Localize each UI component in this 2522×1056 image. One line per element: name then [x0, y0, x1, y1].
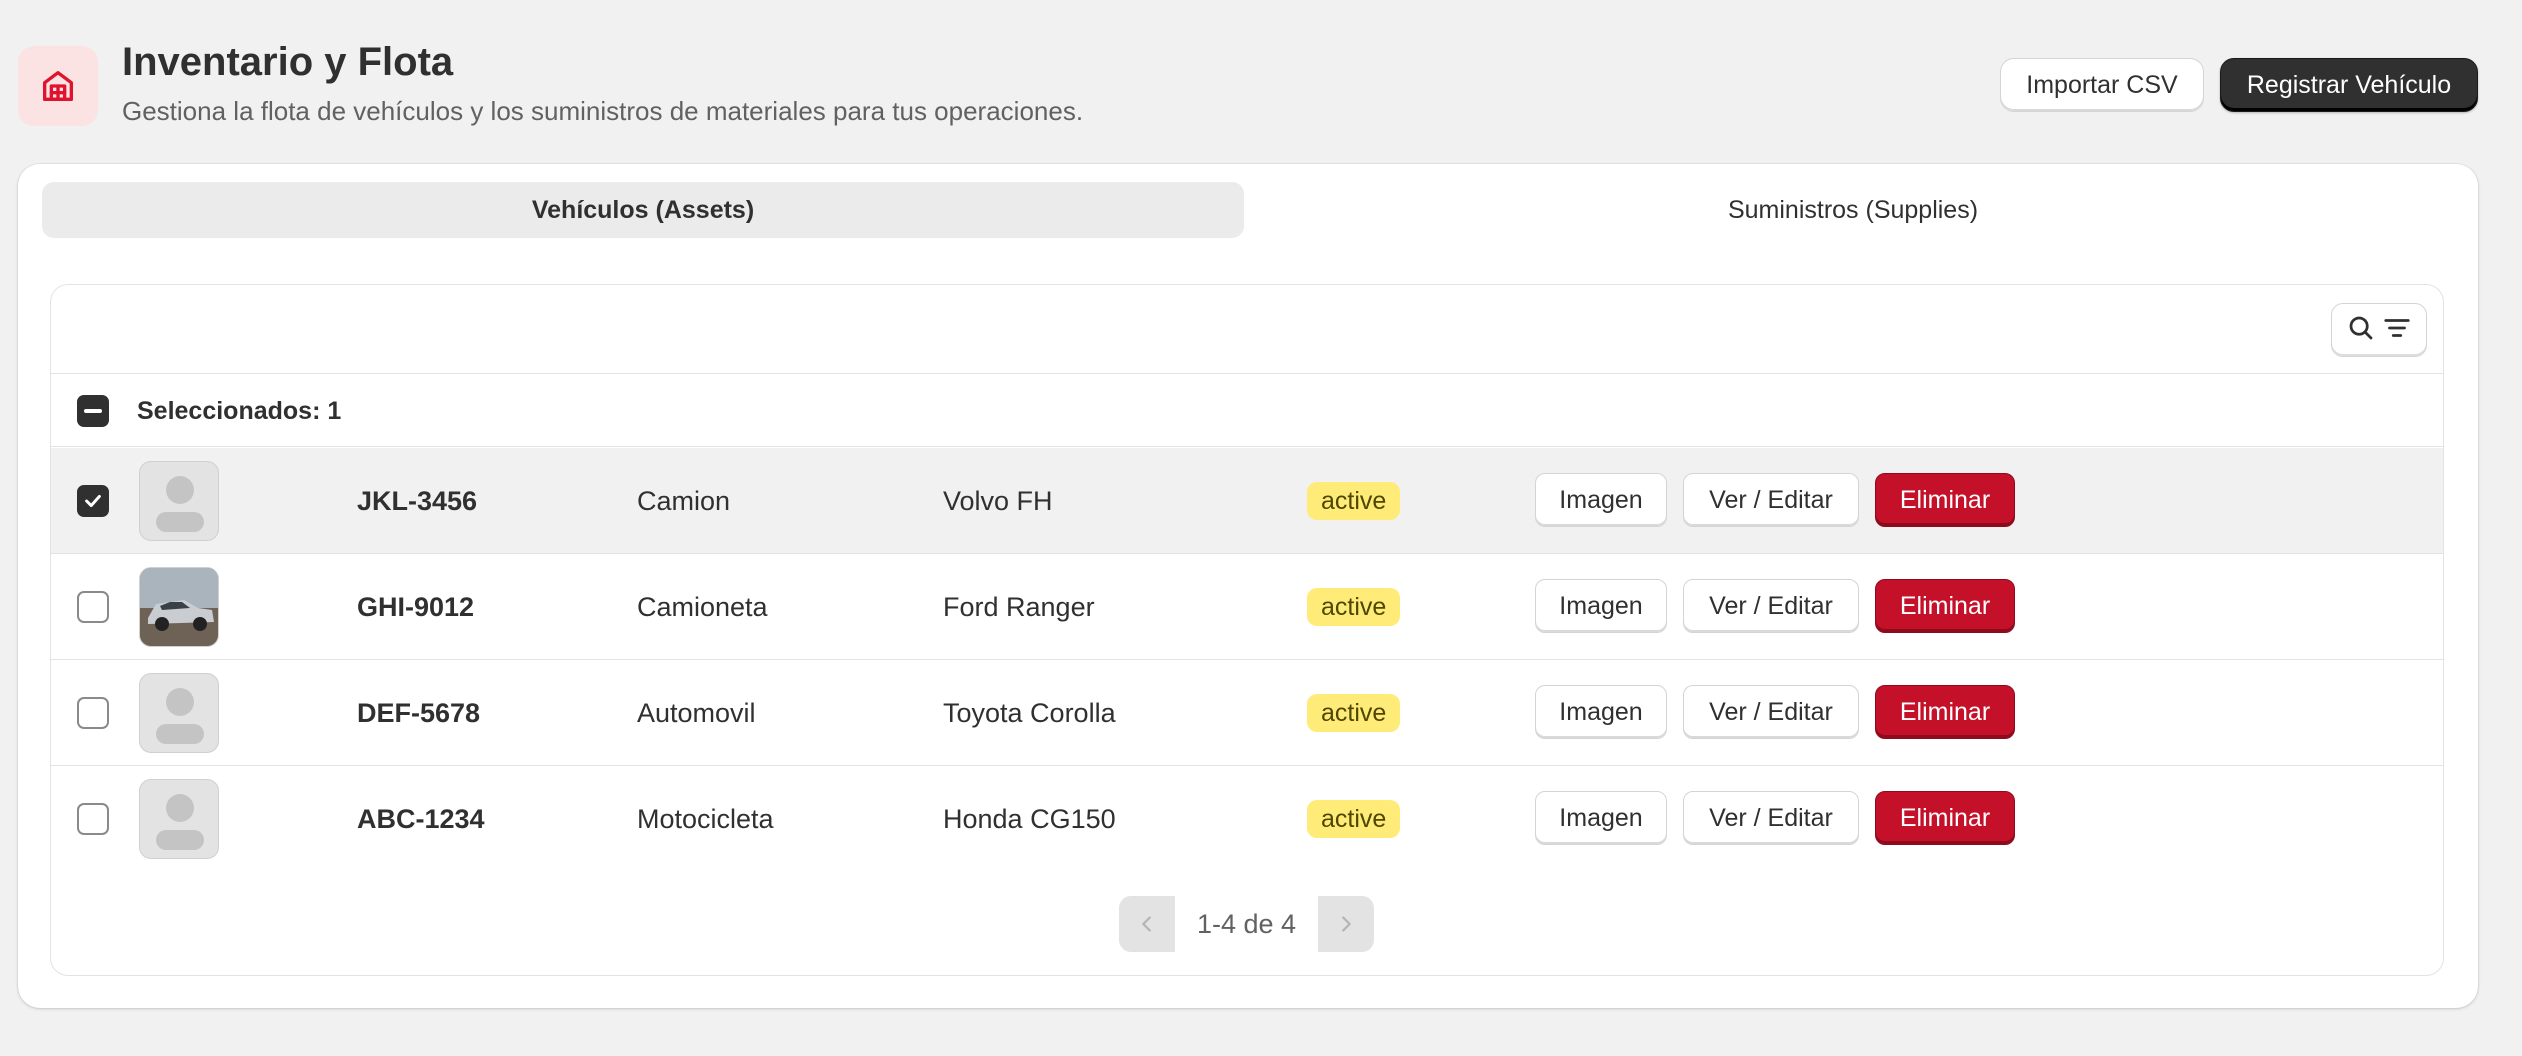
vehicle-plate: DEF-5678 [357, 697, 481, 728]
tab-vehicles[interactable]: Vehículos (Assets) [42, 182, 1244, 238]
image-button[interactable]: Imagen [1535, 791, 1667, 845]
bulk-selection-bar: Seleccionados: 1 [51, 375, 2443, 447]
image-button[interactable]: Imagen [1535, 579, 1667, 633]
status-badge: active [1307, 694, 1401, 732]
chevron-left-icon [1142, 916, 1151, 932]
vehicle-placeholder-image [139, 461, 219, 541]
vehicle-model: Volvo FH [943, 485, 1053, 516]
checkmark-icon [85, 494, 101, 508]
status-badge: active [1307, 482, 1401, 520]
search-filter-button[interactable] [2331, 303, 2427, 357]
row-checkbox[interactable] [77, 803, 109, 835]
view-edit-button[interactable]: Ver / Editar [1683, 473, 1859, 527]
tab-bar: Vehículos (Assets) Suministros (Supplies… [42, 182, 2454, 238]
page-range-label: 1-4 de 4 [1175, 896, 1319, 952]
status-badge: active [1307, 588, 1401, 626]
table-toolbar [51, 285, 2443, 374]
delete-button[interactable]: Eliminar [1875, 579, 2015, 633]
vehicle-model: Ford Ranger [943, 591, 1095, 622]
vehicle-placeholder-image [139, 779, 219, 859]
chevron-right-icon [1342, 916, 1351, 932]
table-row[interactable]: JKL-3456 Camion Volvo FH active Imagen V… [51, 448, 2443, 554]
pagination: 1-4 de 4 [1119, 896, 1375, 952]
view-edit-button[interactable]: Ver / Editar [1683, 791, 1859, 845]
search-icon [2346, 313, 2376, 348]
vehicle-plate: JKL-3456 [357, 485, 478, 516]
import-csv-button[interactable]: Importar CSV [2000, 58, 2204, 112]
page-title: Inventario y Flota [122, 40, 454, 84]
vehicle-type: Motocicleta [637, 803, 774, 834]
view-edit-button[interactable]: Ver / Editar [1683, 579, 1859, 633]
table-row[interactable]: ABC-1234 Motocicleta Honda CG150 active … [51, 766, 2443, 872]
row-checkbox[interactable] [77, 591, 109, 623]
delete-button[interactable]: Eliminar [1875, 791, 2015, 845]
vehicle-type: Camioneta [637, 591, 768, 622]
minus-icon [84, 409, 102, 413]
table-row[interactable]: DEF-5678 Automovil Toyota Corolla active… [51, 660, 2443, 766]
tab-supplies[interactable]: Suministros (Supplies) [1252, 182, 2454, 238]
vehicle-plate: ABC-1234 [357, 803, 485, 834]
delete-button[interactable]: Eliminar [1875, 685, 2015, 739]
next-page-button[interactable] [1318, 896, 1375, 952]
table-body: JKL-3456 Camion Volvo FH active Imagen V… [51, 448, 2443, 872]
vehicle-plate: GHI-9012 [357, 591, 475, 622]
vehicle-placeholder-image [139, 673, 219, 753]
selected-count: Seleccionados: 1 [137, 397, 342, 425]
page-header: Inventario y Flota Gestiona la flota de … [18, 40, 2478, 130]
view-edit-button[interactable]: Ver / Editar [1683, 685, 1859, 739]
row-checkbox[interactable] [77, 485, 109, 517]
filter-icon [2382, 313, 2412, 348]
table-row[interactable]: GHI-9012 Camioneta Ford Ranger active Im… [51, 554, 2443, 660]
vehicle-type: Automovil [637, 697, 756, 728]
vehicle-model: Toyota Corolla [943, 697, 1116, 728]
register-vehicle-button[interactable]: Registrar Vehículo [2220, 58, 2478, 112]
vehicle-model: Honda CG150 [943, 803, 1116, 834]
vehicle-type: Camion [637, 485, 731, 516]
delete-button[interactable]: Eliminar [1875, 473, 2015, 527]
store-icon [18, 46, 98, 126]
inventory-card: Vehículos (Assets) Suministros (Supplies… [18, 164, 2478, 1008]
vehicle-photo [139, 567, 219, 647]
vehicles-table: Seleccionados: 1 JKL-3456 Camion Volvo F… [50, 284, 2444, 976]
previous-page-button[interactable] [1119, 896, 1175, 952]
status-badge: active [1307, 800, 1401, 838]
image-button[interactable]: Imagen [1535, 473, 1667, 527]
select-all-checkbox[interactable] [77, 395, 109, 427]
page-subtitle: Gestiona la flota de vehículos y los sum… [122, 96, 1084, 126]
image-button[interactable]: Imagen [1535, 685, 1667, 739]
row-checkbox[interactable] [77, 697, 109, 729]
